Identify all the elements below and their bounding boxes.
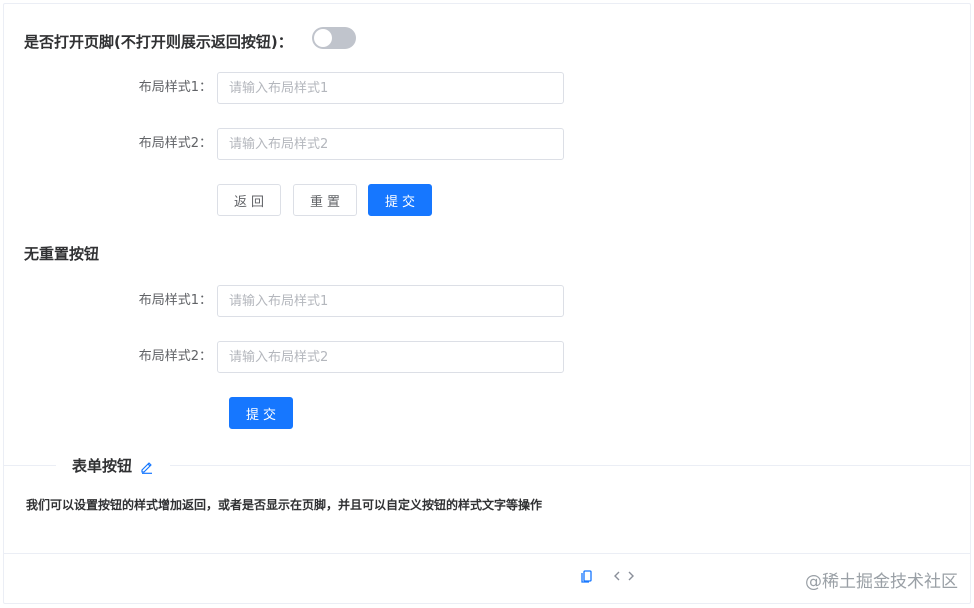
copy-icon[interactable]	[579, 568, 595, 584]
layout-style-1-input[interactable]	[217, 285, 564, 317]
footer-divider	[3, 553, 971, 554]
footer-toggle-switch[interactable]	[312, 27, 356, 49]
switch-knob	[314, 29, 332, 47]
field1-label: 布局样式1：	[138, 293, 212, 308]
footer-toggle-label: 是否打开页脚(不打开则展示返回按钮)：	[24, 33, 293, 51]
demo-title: 表单按钮	[56, 455, 171, 476]
submit-button[interactable]: 提交	[229, 397, 293, 429]
edit-icon[interactable]	[140, 459, 154, 474]
demo-title-text: 表单按钮	[72, 457, 133, 475]
no-reset-title: 无重置按钮	[24, 245, 100, 263]
demo-description: 我们可以设置按钮的样式增加返回，或者是否显示在页脚，并且可以自定义按钮的样式文字…	[26, 498, 543, 512]
field1-label: 布局样式1：	[138, 80, 212, 95]
submit-button[interactable]: 提交	[368, 184, 432, 216]
reset-button[interactable]: 重置	[293, 184, 357, 216]
layout-style-1-input[interactable]	[217, 72, 564, 104]
back-button[interactable]: 返回	[217, 184, 281, 216]
layout-style-2-input[interactable]	[217, 128, 564, 160]
layout-style-2-input[interactable]	[217, 341, 564, 373]
field2-label: 布局样式2：	[138, 349, 212, 364]
code-icon[interactable]	[612, 568, 634, 584]
field2-label: 布局样式2：	[138, 136, 212, 151]
watermark: @稀土掘金技术社区	[805, 572, 958, 592]
